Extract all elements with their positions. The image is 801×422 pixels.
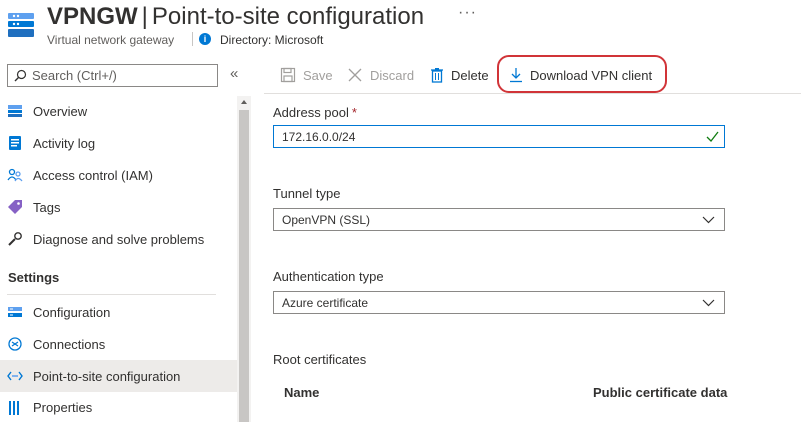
page-title: VPNGW | Point-to-site configuration xyxy=(47,2,424,32)
sidebar-item-label: Properties xyxy=(33,400,93,415)
download-highlight-annotation xyxy=(497,55,667,93)
sidebar-item-overview[interactable]: Overview xyxy=(0,95,237,127)
scroll-up-arrow-icon[interactable] xyxy=(241,100,247,104)
title-separator: | xyxy=(141,3,148,30)
column-header-public-certificate-data: Public certificate data xyxy=(593,385,728,400)
sidebar-item-label: Point-to-site configuration xyxy=(33,368,181,384)
address-pool-value: 172.16.0.0/24 xyxy=(282,129,356,144)
chevron-down-icon xyxy=(702,299,715,307)
sidebar-item-point-to-site[interactable]: Point-to-site configuration xyxy=(0,360,237,392)
sidebar-item-label: Diagnose and solve problems xyxy=(33,231,205,247)
scrollbar-thumb[interactable] xyxy=(239,110,249,422)
configuration-icon xyxy=(7,304,23,320)
authentication-type-value: Azure certificate xyxy=(282,295,369,310)
close-icon xyxy=(348,68,362,82)
sidebar-item-access-control[interactable]: Access control (IAM) xyxy=(0,159,237,191)
address-pool-label-text: Address pool xyxy=(273,105,349,120)
info-icon: i xyxy=(199,33,211,45)
people-icon xyxy=(7,167,23,183)
search-placeholder: Search (Ctrl+/) xyxy=(32,68,117,83)
save-button[interactable]: Save xyxy=(280,65,333,85)
wrench-icon xyxy=(7,231,23,247)
sidebar-item-label: Configuration xyxy=(33,304,111,320)
chevron-down-icon xyxy=(702,216,715,224)
column-header-name: Name xyxy=(284,385,320,400)
sidebar-item-label: Access control (IAM) xyxy=(33,167,153,183)
save-icon xyxy=(280,67,296,83)
sidebar-item-connections[interactable]: Connections xyxy=(0,328,237,360)
resource-name: VPNGW xyxy=(47,3,138,30)
authentication-type-select[interactable]: Azure certificate xyxy=(273,291,725,314)
header-divider xyxy=(192,32,193,46)
sidebar-item-label: Overview xyxy=(33,103,88,119)
save-label: Save xyxy=(303,67,333,83)
resource-type-label: Virtual network gateway xyxy=(47,33,175,47)
overview-icon xyxy=(7,103,23,119)
connections-icon xyxy=(7,336,23,352)
sidebar-item-tags[interactable]: Tags xyxy=(0,191,237,223)
tunnel-type-value: OpenVPN (SSL) xyxy=(282,212,371,227)
more-actions-button[interactable]: ··· xyxy=(458,4,477,22)
trash-icon xyxy=(431,68,443,83)
address-pool-input[interactable]: 172.16.0.0/24 xyxy=(273,125,725,148)
command-bar-divider xyxy=(264,93,801,94)
sidebar-item-label: Activity log xyxy=(33,135,96,151)
blade-name: Point-to-site configuration xyxy=(151,3,425,30)
sidebar-item-diagnose[interactable]: Diagnose and solve problems xyxy=(0,223,237,255)
activity-log-icon xyxy=(7,135,23,151)
sidebar-item-label: Tags xyxy=(33,199,61,215)
discard-label: Discard xyxy=(370,67,415,83)
properties-icon xyxy=(7,400,23,416)
sidebar-item-properties[interactable]: Properties xyxy=(0,392,237,422)
sidebar-item-activity-log[interactable]: Activity log xyxy=(0,127,237,159)
root-certificates-label: Root certificates xyxy=(273,352,367,367)
point-to-site-icon xyxy=(7,368,23,384)
search-input[interactable]: Search (Ctrl+/) xyxy=(7,64,218,87)
sidebar-item-label: Connections xyxy=(33,336,106,352)
section-divider xyxy=(7,294,216,295)
page-header: VPNGW | Point-to-site configuration ··· Vi… xyxy=(0,0,801,56)
discard-button[interactable]: Discard xyxy=(347,65,414,85)
checkmark-icon xyxy=(706,131,719,142)
authentication-type-label: Authentication type xyxy=(273,269,384,284)
delete-label: Delete xyxy=(451,67,489,83)
settings-section-header: Settings xyxy=(8,270,60,285)
tag-icon xyxy=(7,199,23,215)
delete-button[interactable]: Delete xyxy=(430,65,489,85)
collapse-menu-button[interactable]: « xyxy=(230,65,238,82)
required-marker: * xyxy=(351,105,357,120)
sidebar-item-configuration[interactable]: Configuration xyxy=(0,296,237,328)
address-pool-label: Address pool * xyxy=(273,105,357,120)
tunnel-type-label: Tunnel type xyxy=(273,186,341,201)
search-icon xyxy=(14,69,27,82)
directory-label: Directory: Microsoft xyxy=(220,33,324,47)
tunnel-type-select[interactable]: OpenVPN (SSL) xyxy=(273,208,725,231)
virtual-network-gateway-icon xyxy=(8,13,34,37)
resource-menu: Search (Ctrl+/) « Overview Activity log … xyxy=(0,56,252,422)
